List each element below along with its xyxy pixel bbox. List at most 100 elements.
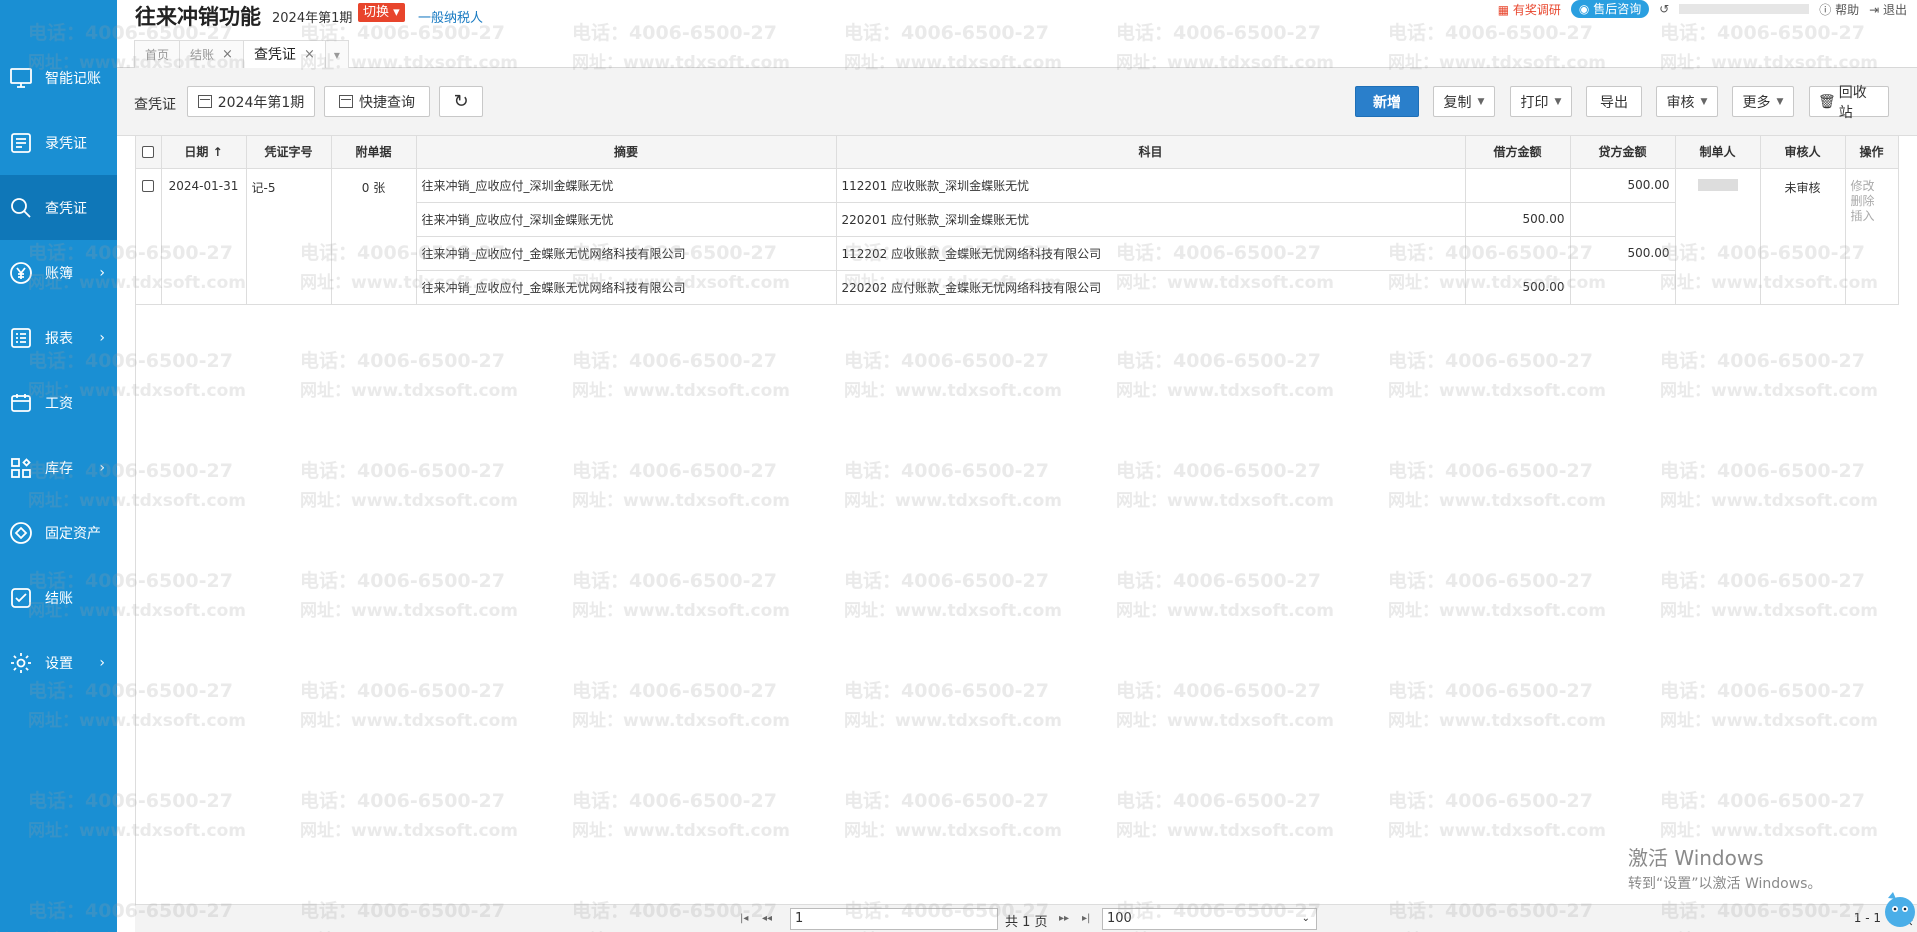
research-link[interactable]: ▦ 有奖调研 (1498, 1, 1561, 18)
toolbar: 查凭证 2024年第1期 快捷查询 ↻ 新增 复制 ▼ 打印 ▼ 导出 审核 ▼ 更多… (117, 68, 1917, 136)
more-button[interactable]: 更多 ▼ (1732, 86, 1794, 117)
help-link[interactable]: ⓘ 帮助 (1819, 1, 1859, 18)
refresh-button[interactable]: ↻ (439, 86, 483, 117)
monitor-icon (9, 66, 33, 90)
sidebar-item-inventory[interactable]: 库存 › (0, 435, 117, 500)
table-row[interactable]: 2024-01-31 记-5 0 张 往来冲销_应收应付_深圳金蝶账无忧 112… (136, 168, 1899, 305)
col-date[interactable]: 日期 ↑ (161, 136, 247, 169)
service-button[interactable]: ◉ 售后咨询 (1570, 0, 1650, 18)
sidebar-item-label: 设置 (45, 655, 73, 672)
voucher-number[interactable]: 记-5 (246, 168, 332, 305)
sidebar-item-voucher-query[interactable]: 查凭证 (0, 175, 117, 240)
chevron-down-icon: ▼ (1554, 96, 1562, 107)
close-icon[interactable]: × (222, 41, 233, 69)
export-button[interactable]: 导出 (1586, 86, 1642, 117)
line-summary: 往来冲销_应收应付_金蝶账无忧网络科技有限公司 (416, 270, 837, 305)
table-header: 日期 ↑ 凭证字号 附单据 摘要 科目 借方金额 贷方金额 制单人 审核人 操作 (136, 136, 1899, 169)
row-select-cell (136, 168, 162, 305)
checkout-icon (9, 586, 33, 610)
chevron-down-icon: ▼ (1700, 96, 1708, 107)
first-page-icon[interactable]: |◂ (740, 913, 748, 924)
sidebar-item-label: 查凭证 (45, 200, 87, 217)
line-credit (1570, 270, 1676, 305)
col-attachments: 附单据 (331, 136, 417, 169)
sidebar-item-smart-bookkeeping[interactable]: 智能记账 (0, 45, 117, 110)
line-summary: 往来冲销_应收应付_深圳金蝶账无忧 (416, 202, 837, 237)
select-all-cell (136, 136, 162, 169)
line-credit: 500.00 (1570, 168, 1676, 203)
line-account: 112201 应收账款_深圳金蝶账无忧 (836, 168, 1466, 203)
row-checkbox[interactable] (142, 180, 155, 192)
calendar-icon (339, 95, 353, 108)
sidebar-item-checkout[interactable]: 结账 (0, 565, 117, 630)
voucher-entry-icon (9, 131, 33, 155)
sidebar-item-label: 库存 (45, 460, 73, 477)
app: 智能记账 录凭证 查凭证 账簿 › 报表 › 工资 库存 › 固定资产 结账 设… (0, 0, 1917, 932)
line-debit: 500.00 (1465, 202, 1571, 237)
audit-button[interactable]: 审核 ▼ (1656, 86, 1718, 117)
assistant-mascot-icon[interactable] (1880, 888, 1917, 932)
sidebar-item-voucher-entry[interactable]: 录凭证 (0, 110, 117, 175)
col-maker: 制单人 (1675, 136, 1761, 169)
chevron-right-icon: › (99, 459, 105, 476)
refresh-icon[interactable]: ↺ (1659, 2, 1669, 16)
top-links: ▦ 有奖调研 ◉ 售后咨询 ↺ ⓘ 帮助 ⇥ 退出 (1498, 0, 1917, 18)
chevron-right-icon: › (99, 654, 105, 671)
sidebar-item-settings[interactable]: 设置 › (0, 630, 117, 695)
line-summary: 往来冲销_应收应付_深圳金蝶账无忧 (416, 168, 837, 203)
chevron-down-icon: ⌄ (1301, 913, 1310, 924)
tab-home[interactable]: 首页 (134, 40, 181, 68)
pagination-bar: |◂ ◂◂ 1 共 1 页 ▸▸ ▸| 100⌄ 1 - 1 共 (135, 904, 1917, 932)
page-title: 往来冲销功能 (135, 5, 261, 29)
period-filter-button[interactable]: 2024年第1期 (187, 86, 315, 117)
taxpayer-type-link[interactable]: 一般纳税人 (418, 7, 483, 26)
toolbar-label: 查凭证 (134, 97, 176, 113)
switch-period-button[interactable]: 切换 ▾ (358, 3, 405, 22)
search-icon (9, 196, 33, 220)
next-page-icon[interactable]: ▸▸ (1059, 913, 1069, 924)
last-page-icon[interactable]: ▸| (1082, 913, 1090, 924)
tab-voucher-query[interactable]: 查凭证 × (242, 40, 326, 69)
col-debit: 借方金额 (1465, 136, 1571, 169)
quick-query-button[interactable]: 快捷查询 (324, 86, 430, 117)
print-button[interactable]: 打印 ▼ (1510, 86, 1572, 117)
logout-link[interactable]: ⇥ 退出 (1869, 1, 1907, 18)
new-voucher-button[interactable]: 新增 (1355, 86, 1419, 117)
select-all-checkbox[interactable] (142, 146, 155, 159)
col-account: 科目 (836, 136, 1466, 169)
tab-bar: 首页 结账 × 查凭证 × ▾ (134, 40, 349, 69)
delete-link[interactable]: 删除 (1851, 194, 1893, 209)
total-pages: 共 1 页 (1005, 915, 1048, 930)
sidebar-item-label: 工资 (45, 395, 73, 412)
close-icon[interactable]: × (304, 41, 315, 69)
recycle-bin-button[interactable]: 🗑 回收站 (1809, 85, 1889, 121)
chevron-down-icon: ▼ (1776, 96, 1784, 107)
refresh-icon: ↻ (453, 91, 469, 112)
tab-checkout[interactable]: 结账 × (179, 40, 244, 68)
maker-name (1675, 168, 1761, 305)
report-icon (9, 326, 33, 350)
line-account: 220201 应付账款_深圳金蝶账无忧 (836, 202, 1466, 237)
sidebar-item-reports[interactable]: 报表 › (0, 305, 117, 370)
sidebar-item-salary[interactable]: 工资 (0, 370, 117, 435)
sidebar-item-ledger[interactable]: 账簿 › (0, 240, 117, 305)
sidebar-item-label: 固定资产 (45, 525, 101, 542)
page-size-select[interactable]: 100 ⌄ (1102, 908, 1317, 930)
insert-link[interactable]: 插入 (1851, 209, 1893, 224)
sidebar-item-label: 录凭证 (45, 135, 87, 152)
line-account: 112202 应收账款_金蝶账无忧网络科技有限公司 (836, 236, 1466, 271)
copy-button[interactable]: 复制 ▼ (1433, 86, 1495, 117)
page-number-input[interactable]: 1 (790, 908, 998, 930)
line-credit: 500.00 (1570, 236, 1676, 271)
edit-link[interactable]: 修改 (1851, 179, 1893, 194)
voucher-grid: 日期 ↑ 凭证字号 附单据 摘要 科目 借方金额 贷方金额 制单人 审核人 操作… (135, 136, 1899, 906)
voucher-date: 2024-01-31 (161, 168, 247, 305)
sidebar-item-label: 账簿 (45, 265, 73, 282)
prev-page-icon[interactable]: ◂◂ (762, 913, 772, 924)
sidebar-item-fixed-assets[interactable]: 固定资产 (0, 500, 117, 565)
tab-menu-button[interactable]: ▾ (324, 40, 349, 68)
calendar-icon (197, 95, 212, 108)
asset-icon (9, 521, 33, 545)
col-auditor: 审核人 (1760, 136, 1846, 169)
trash-icon: 🗑 (1818, 93, 1836, 110)
